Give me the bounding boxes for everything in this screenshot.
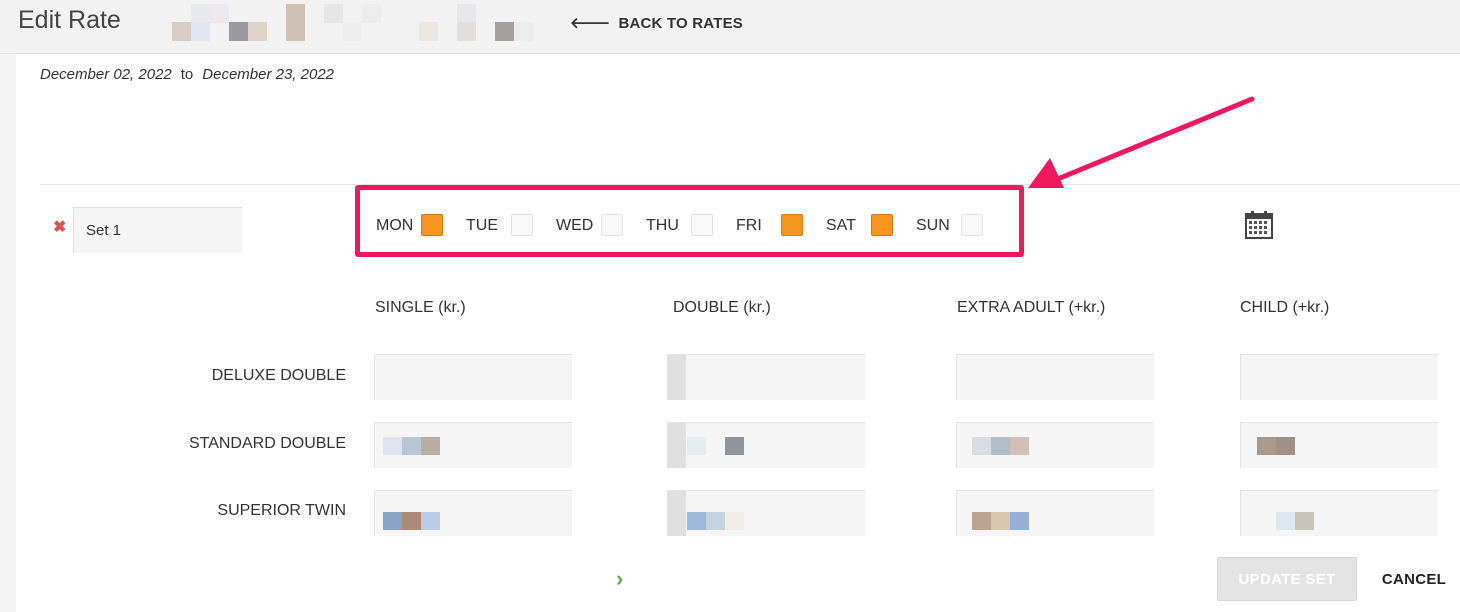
day-checkbox[interactable] [511,214,533,236]
calendar-icon[interactable] [1245,211,1273,244]
rate-input-standard-extra-adult[interactable] [956,422,1154,468]
rate-input-deluxe-extra-adult[interactable] [956,354,1154,400]
column-header-double: DOUBLE (kr.) [673,299,771,316]
row-label-deluxe-double: DELUXE DOUBLE [211,367,346,384]
redacted-property-name [172,4,552,42]
day-checkbox[interactable] [601,214,623,236]
header-bar: Edit Rate 🡐 BACK TO RATES [0,0,1460,54]
back-to-rates-label: BACK TO RATES [618,15,743,32]
day-label: SUN [916,217,950,234]
rate-input-standard-single[interactable] [374,422,572,468]
back-to-rates-link[interactable]: 🡐 BACK TO RATES [570,13,743,32]
arrow-left-icon: 🡐 [570,15,611,32]
weekday-selector: MON TUE WED THU FRI SAT SUN [355,185,1024,257]
page-title: Edit Rate [18,6,121,34]
rate-input-superior-extra-adult[interactable] [956,490,1154,536]
row-label-superior-twin: SUPERIOR TWIN [217,502,346,519]
start-date: December 02, 2022 [40,66,172,83]
rate-input-superior-double[interactable] [667,490,865,536]
left-rail [0,54,16,612]
row-label-standard-double: STANDARD DOUBLE [188,435,346,452]
chevron-right-icon[interactable]: › [616,566,623,592]
date-separator: to [180,66,194,83]
rate-input-deluxe-double[interactable] [667,354,865,400]
day-label: THU [646,217,679,234]
end-date: December 23, 2022 [202,66,335,83]
day-checkbox[interactable] [871,214,893,236]
column-header-single: SINGLE (kr.) [375,299,466,316]
rate-input-standard-child[interactable] [1240,422,1438,468]
rate-input-deluxe-child[interactable] [1240,354,1438,400]
day-label: WED [556,217,594,234]
rate-input-deluxe-single[interactable] [374,354,572,400]
rate-input-standard-double[interactable] [667,422,865,468]
day-label: FRI [736,217,762,234]
column-header-extra-adult: EXTRA ADULT (+kr.) [957,299,1106,316]
update-set-button[interactable]: UPDATE SET [1217,557,1357,601]
day-label: MON [376,217,414,234]
column-header-child: CHILD (+kr.) [1240,299,1330,316]
close-icon[interactable]: ✖ [53,217,66,237]
day-checkbox[interactable] [781,214,803,236]
rate-input-superior-single[interactable] [374,490,572,536]
date-range: December 02, 2022 to December 23, 2022 [40,66,334,83]
day-checkbox[interactable] [421,214,443,236]
rate-input-superior-child[interactable] [1240,490,1438,536]
day-checkbox[interactable] [691,214,713,236]
day-label: SAT [826,217,856,234]
day-label: TUE [466,217,498,234]
cancel-button[interactable]: CANCEL [1375,557,1453,601]
set-name-input[interactable] [73,207,242,253]
day-checkbox[interactable] [961,214,983,236]
